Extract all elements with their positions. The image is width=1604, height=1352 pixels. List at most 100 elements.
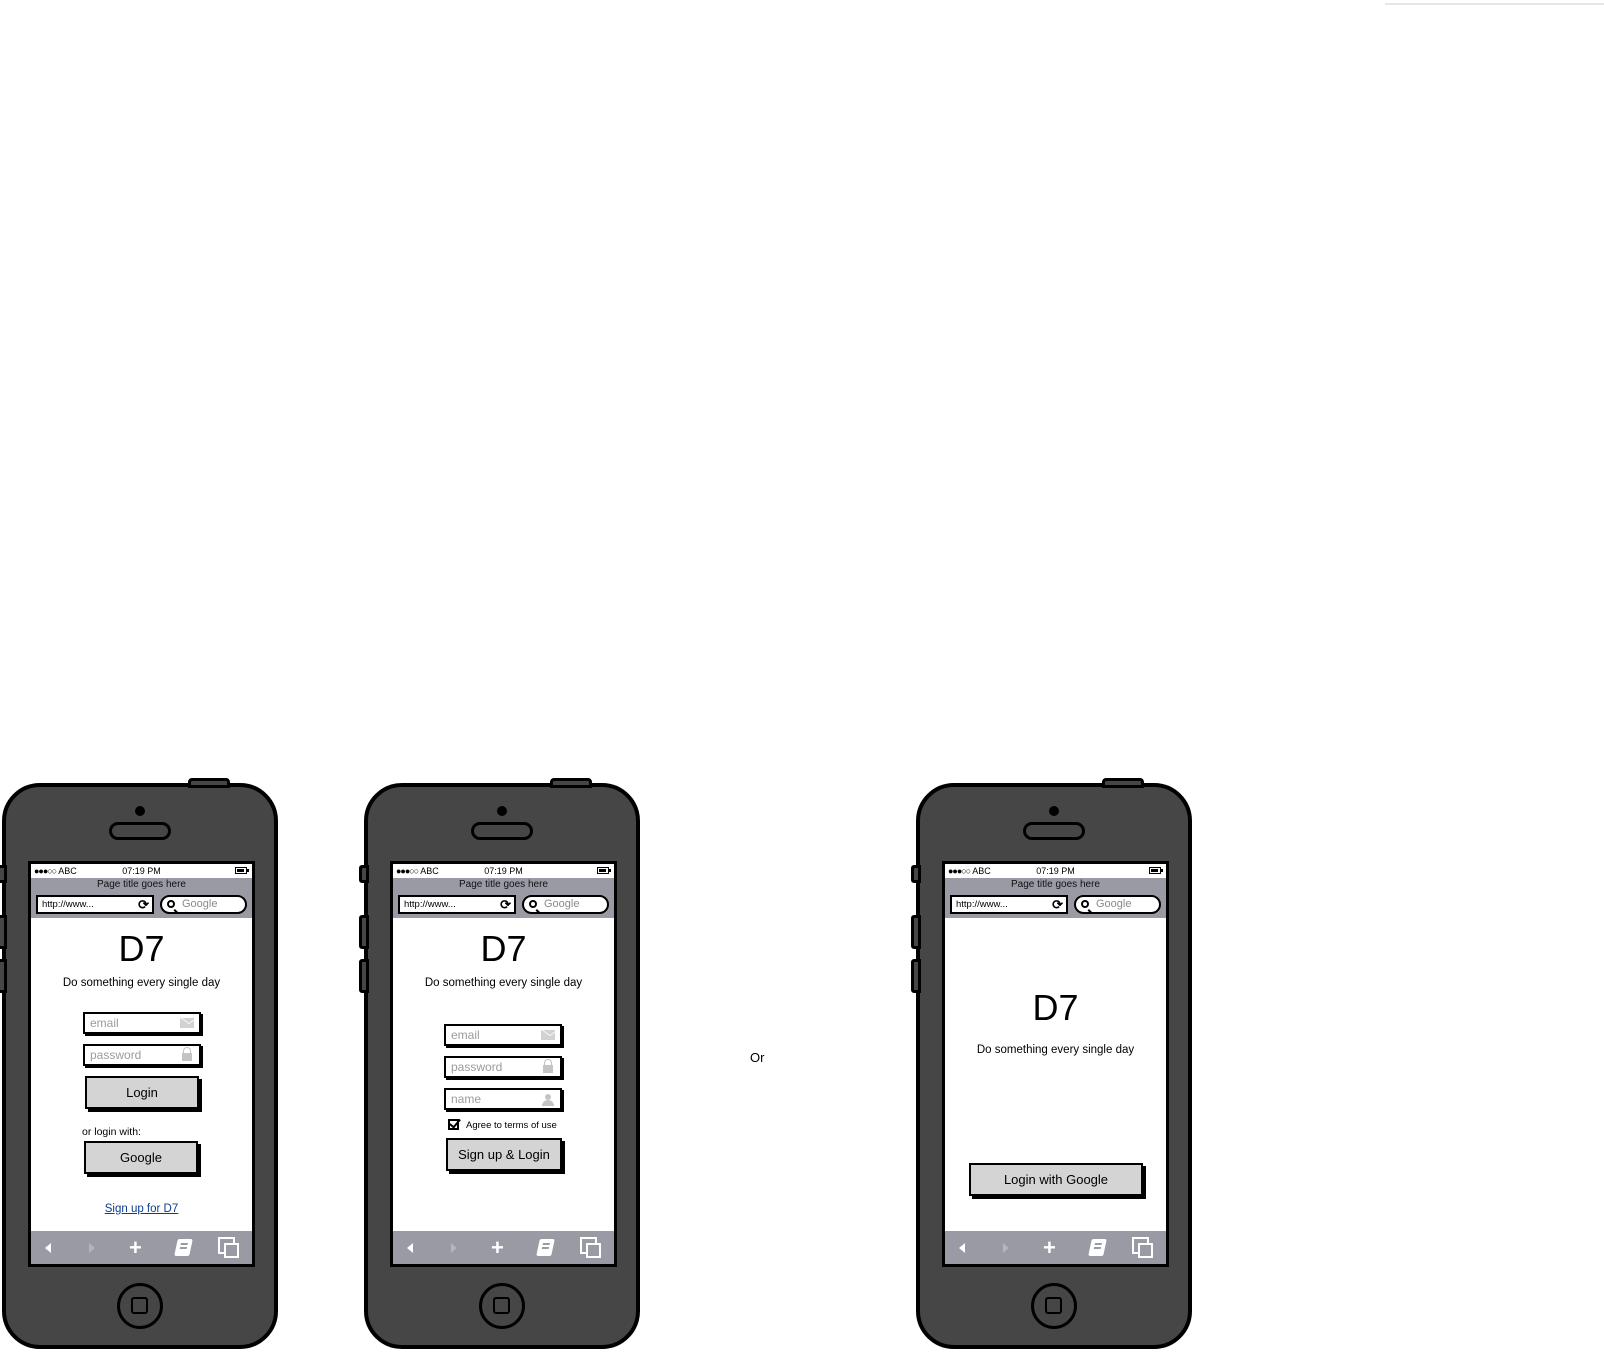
- status-bar: ●●●○○ ABC 07:19 PM: [945, 864, 1166, 878]
- email-field[interactable]: email: [444, 1024, 562, 1046]
- bookmarks-icon[interactable]: [174, 1239, 193, 1256]
- signup-content: D7 Do something every single day email p…: [393, 918, 614, 1223]
- forward-icon[interactable]: [1003, 1243, 1009, 1253]
- tabs-icon[interactable]: [1132, 1237, 1153, 1258]
- volume-up-button: [359, 915, 369, 949]
- app-tagline: Do something every single day: [62, 977, 221, 989]
- browser-bar: Page title goes here http://www... ⟳ Goo…: [945, 878, 1166, 918]
- clock: 07:19 PM: [484, 866, 523, 876]
- url-field[interactable]: http://www... ⟳: [398, 895, 516, 914]
- refresh-icon[interactable]: ⟳: [138, 898, 149, 911]
- volume-down-button: [359, 959, 369, 993]
- add-icon[interactable]: +: [491, 1231, 504, 1264]
- alt-login-label: or login with:: [82, 1126, 141, 1138]
- or-separator: Or: [750, 1050, 765, 1065]
- login-with-google-button[interactable]: Login with Google: [969, 1163, 1143, 1196]
- power-button: [188, 778, 230, 788]
- speaker-grille: [109, 822, 171, 840]
- name-field[interactable]: name: [444, 1088, 562, 1110]
- search-placeholder: Google: [182, 898, 218, 910]
- refresh-icon[interactable]: ⟳: [500, 898, 511, 911]
- email-placeholder: email: [451, 1028, 480, 1042]
- password-field[interactable]: password: [83, 1044, 201, 1066]
- forward-icon[interactable]: [451, 1243, 457, 1253]
- lock-icon: [182, 1047, 192, 1061]
- camera-icon: [497, 806, 507, 816]
- home-button[interactable]: [479, 1283, 525, 1329]
- search-icon: [529, 900, 537, 908]
- email-placeholder: email: [90, 1016, 119, 1030]
- google-login-content: D7 Do something every single day Login w…: [945, 918, 1166, 1223]
- battery-icon: [597, 867, 609, 874]
- add-icon[interactable]: +: [1043, 1231, 1056, 1264]
- signup-login-button[interactable]: Sign up & Login: [446, 1138, 562, 1171]
- mute-switch: [0, 865, 7, 883]
- search-input[interactable]: Google: [1074, 895, 1161, 914]
- url-field[interactable]: http://www... ⟳: [36, 895, 154, 914]
- refresh-icon[interactable]: ⟳: [1052, 898, 1063, 911]
- battery-icon: [1149, 867, 1161, 874]
- login-button[interactable]: Login: [85, 1076, 199, 1109]
- volume-up-button: [0, 915, 7, 949]
- power-button: [1102, 778, 1144, 788]
- browser-bar: Page title goes here http://www... ⟳ Goo…: [31, 878, 252, 918]
- search-placeholder: Google: [1096, 898, 1132, 910]
- email-field[interactable]: email: [83, 1012, 201, 1034]
- app-logo: D7: [480, 928, 527, 969]
- terms-checkbox[interactable]: [448, 1119, 459, 1130]
- page-title: Page title goes here: [1011, 879, 1100, 890]
- phone-signup: ●●●○○ ABC 07:19 PM Page title goes here …: [359, 778, 640, 1349]
- speaker-grille: [471, 822, 533, 840]
- tabs-icon[interactable]: [218, 1237, 239, 1258]
- browser-bar: Page title goes here http://www... ⟳ Goo…: [393, 878, 614, 918]
- browser-toolbar: +: [31, 1231, 252, 1264]
- url-text: http://www...: [42, 899, 94, 910]
- url-field[interactable]: http://www... ⟳: [950, 895, 1068, 914]
- phone-screen: ●●●○○ ABC 07:19 PM Page title goes here …: [390, 861, 617, 1267]
- home-square-icon: [1045, 1297, 1062, 1314]
- lock-icon: [543, 1059, 553, 1073]
- phone-google-login: ●●●○○ ABC 07:19 PM Page title goes here …: [911, 778, 1192, 1349]
- search-icon: [167, 900, 175, 908]
- password-placeholder: password: [451, 1060, 503, 1074]
- add-icon[interactable]: +: [129, 1231, 142, 1264]
- back-icon[interactable]: [959, 1243, 965, 1253]
- page-title: Page title goes here: [459, 879, 548, 890]
- back-icon[interactable]: [407, 1243, 413, 1253]
- status-bar: ●●●○○ ABC 07:19 PM: [393, 864, 614, 878]
- home-button[interactable]: [1031, 1283, 1077, 1329]
- app-tagline: Do something every single day: [976, 1044, 1135, 1056]
- status-bar: ●●●○○ ABC 07:19 PM: [31, 864, 252, 878]
- power-button: [550, 778, 592, 788]
- bookmarks-icon[interactable]: [536, 1239, 555, 1256]
- mute-switch: [911, 865, 921, 883]
- home-button[interactable]: [117, 1283, 163, 1329]
- mail-icon: [180, 1018, 194, 1028]
- signup-link[interactable]: Sign up for D7: [31, 1203, 252, 1215]
- page-title: Page title goes here: [97, 879, 186, 890]
- phone-screen: ●●●○○ ABC 07:19 PM Page title goes here …: [942, 861, 1169, 1267]
- password-field[interactable]: password: [444, 1056, 562, 1078]
- volume-down-button: [0, 959, 7, 993]
- password-placeholder: password: [90, 1048, 142, 1062]
- divider-line: [1385, 3, 1604, 5]
- bookmarks-icon[interactable]: [1088, 1239, 1107, 1256]
- google-login-button[interactable]: Google: [84, 1141, 198, 1174]
- url-text: http://www...: [956, 899, 1008, 910]
- app-logo: D7: [118, 928, 165, 969]
- phone-screen: ●●●○○ ABC 07:19 PM Page title goes here …: [28, 861, 255, 1267]
- volume-down-button: [911, 959, 921, 993]
- url-text: http://www...: [404, 899, 456, 910]
- search-input[interactable]: Google: [522, 895, 609, 914]
- volume-up-button: [911, 915, 921, 949]
- camera-icon: [135, 806, 145, 816]
- mute-switch: [359, 865, 369, 883]
- browser-toolbar: +: [945, 1231, 1166, 1264]
- app-logo: D7: [1032, 987, 1079, 1028]
- back-icon[interactable]: [45, 1243, 51, 1253]
- search-input[interactable]: Google: [160, 895, 247, 914]
- forward-icon[interactable]: [89, 1243, 95, 1253]
- home-square-icon: [131, 1297, 148, 1314]
- search-placeholder: Google: [544, 898, 580, 910]
- tabs-icon[interactable]: [580, 1237, 601, 1258]
